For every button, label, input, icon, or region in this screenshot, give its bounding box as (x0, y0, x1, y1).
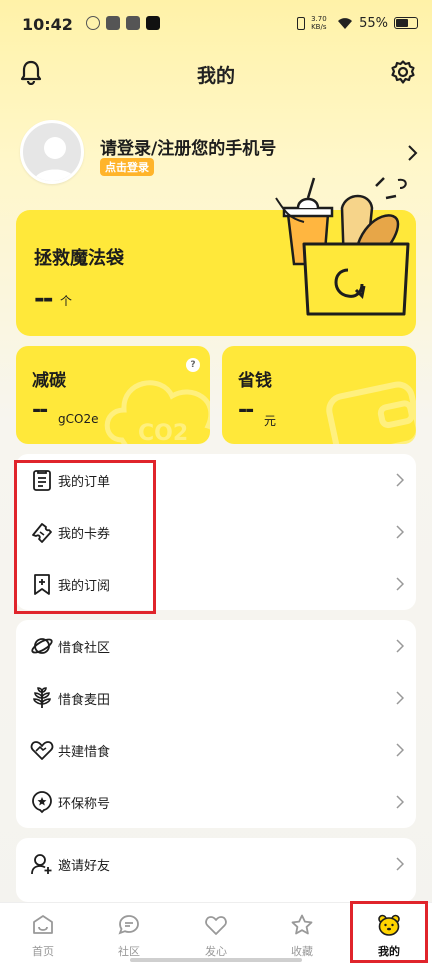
co2-cloud-icon: CO2 (104, 380, 210, 444)
carbon-value: -- (32, 398, 48, 423)
svg-text:CO2: CO2 (138, 421, 188, 444)
chevron-right-icon (396, 743, 404, 757)
vibrate-icon (297, 16, 306, 30)
menu-item-invite[interactable]: 邀请好友 (16, 838, 416, 890)
tab-label: 首页 (32, 945, 54, 958)
badge-icon (32, 791, 52, 814)
help-icon[interactable]: ? (186, 358, 200, 372)
magic-bag-illustration (275, 177, 410, 316)
tab-label: 收藏 (291, 945, 313, 958)
heart-hands-icon (30, 741, 54, 760)
savings-value: -- (238, 398, 254, 423)
savings-title: 省钱 (238, 371, 272, 391)
chevron-right-icon (396, 691, 404, 705)
chevron-right-icon (396, 525, 404, 539)
tab-home[interactable]: 首页 (0, 903, 86, 964)
app-notification-icon (126, 16, 140, 30)
planet-icon (31, 638, 53, 654)
menu-label: 邀请好友 (58, 859, 111, 874)
wifi-icon (338, 17, 353, 29)
wheat-icon (33, 687, 51, 708)
menu-label: 共建惜食 (58, 745, 111, 760)
tab-label: 发心 (205, 945, 227, 958)
tab-label: 社区 (118, 945, 140, 958)
battery-text: 55% (359, 15, 388, 31)
wallet-icon (326, 381, 416, 444)
star-icon (291, 914, 313, 935)
menu-item-eco-title[interactable]: 环保称号 (16, 776, 416, 828)
top-bar: 我的 (0, 55, 432, 91)
carbon-unit: gCO2e (58, 412, 99, 426)
chevron-right-icon[interactable] (406, 144, 418, 166)
chevron-right-icon (396, 577, 404, 591)
heart-icon (205, 916, 227, 935)
home-icon (33, 915, 53, 934)
savings-unit: 元 (264, 414, 277, 428)
avatar[interactable] (20, 120, 84, 184)
menu-card-community: 惜食社区 惜食麦田 共建惜食 环保称号 (16, 620, 416, 828)
login-badge[interactable]: 点击登录 (100, 158, 154, 176)
highlight-annotation (14, 460, 156, 614)
tab-favorites[interactable]: 收藏 (259, 903, 345, 964)
notification-icons (86, 16, 160, 30)
add-user-icon (31, 854, 52, 875)
magic-bag-count: -- (34, 284, 54, 314)
chevron-right-icon (396, 639, 404, 653)
menu-label: 惜食麦田 (58, 693, 111, 708)
menu-card-invite: 邀请好友 (16, 838, 416, 902)
menu-item-community[interactable]: 惜食社区 (16, 620, 416, 672)
tab-heart[interactable]: 发心 (173, 903, 259, 964)
status-right: 3.70 KB/s 55% (297, 15, 418, 31)
menu-item-wheat-field[interactable]: 惜食麦田 (16, 672, 416, 724)
magic-bag-card[interactable]: 拯救魔法袋 -- 个 (16, 177, 416, 336)
tiktok-icon (146, 16, 160, 30)
home-indicator[interactable] (130, 958, 302, 962)
magic-bag-title: 拯救魔法袋 (34, 248, 124, 269)
menu-label: 环保称号 (58, 797, 111, 812)
magic-bag-unit: 个 (60, 294, 73, 308)
highlight-annotation (350, 901, 428, 963)
savings-card[interactable]: 省钱 -- 元 (222, 346, 416, 444)
app-notification-icon (106, 16, 120, 30)
status-time: 10:42 (22, 15, 73, 34)
chat-icon (118, 915, 139, 935)
chevron-right-icon (396, 795, 404, 809)
login-prompt[interactable]: 请登录/注册您的手机号 (100, 134, 276, 159)
carbon-card[interactable]: CO2 减碳 ? -- gCO2e (16, 346, 210, 444)
tab-community[interactable]: 社区 (86, 903, 172, 964)
net-speed: 3.70 KB/s (311, 15, 327, 31)
battery-icon (394, 17, 418, 29)
chevron-right-icon (396, 473, 404, 487)
chevron-right-icon (396, 857, 404, 871)
menu-item-co-build[interactable]: 共建惜食 (16, 724, 416, 776)
status-bar: 10:42 3.70 KB/s 55% (0, 0, 432, 48)
menu-label: 惜食社区 (58, 641, 111, 656)
carbon-title: 减碳 (32, 371, 66, 391)
gear-icon[interactable] (390, 59, 416, 89)
app-notification-icon (86, 16, 100, 30)
page-title: 我的 (196, 65, 235, 87)
